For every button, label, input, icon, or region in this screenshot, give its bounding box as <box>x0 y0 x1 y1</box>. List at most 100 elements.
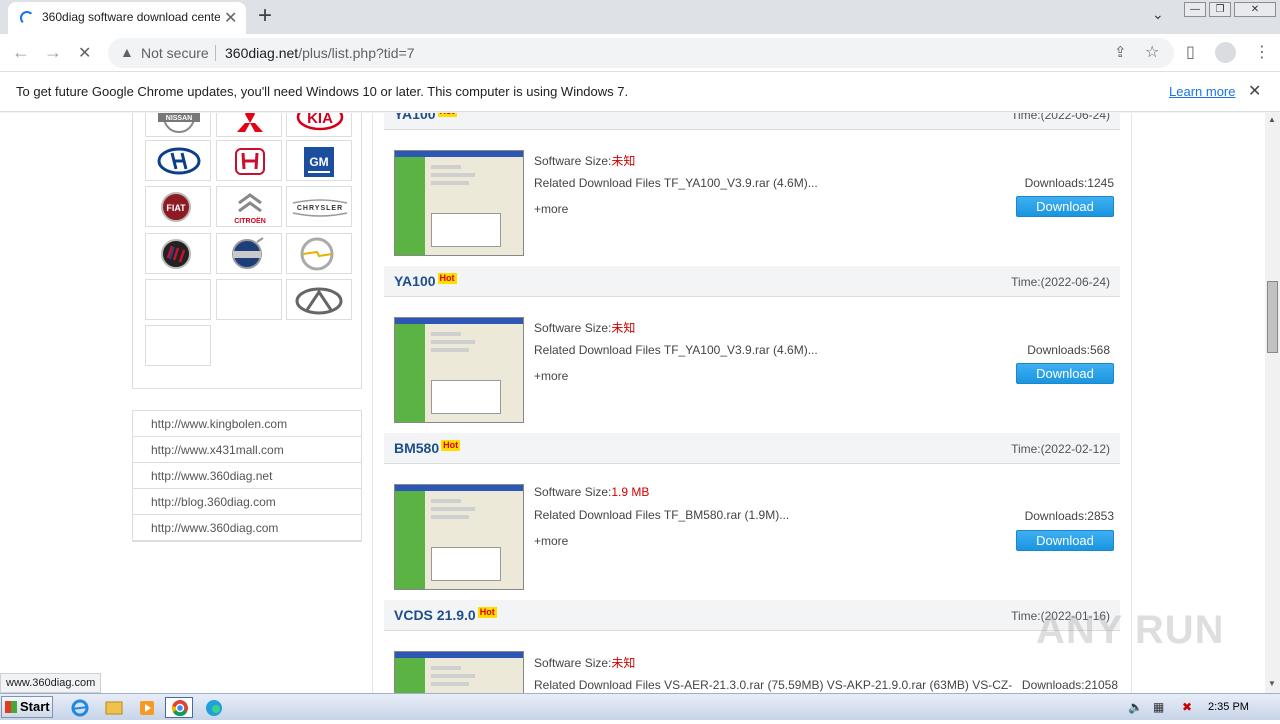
related-files: Related Download Files TF_YA100_V3.9.rar… <box>534 176 818 190</box>
software-item-header: VCDS 21.9.0 Hot Time:(2022-01-16) <box>384 600 1120 631</box>
taskbar-ie-icon[interactable] <box>66 697 94 718</box>
learn-more-link[interactable]: Learn more <box>1169 84 1235 99</box>
brand-buick[interactable] <box>145 233 211 274</box>
software-size-value: 1.9 MB <box>611 485 650 499</box>
more-link[interactable]: +more <box>534 369 568 383</box>
software-screenshot[interactable] <box>394 651 524 693</box>
taskbar-clock[interactable]: 2:35 PM <box>1208 701 1249 713</box>
related-files-value: TF_YA100_V3.9.rar (4.6M)... <box>663 343 818 357</box>
side-panel-icon[interactable]: ▯ <box>1186 42 1195 62</box>
update-infobar: To get future Google Chrome updates, you… <box>0 72 1280 112</box>
tray-volume-icon[interactable]: 🔈 <box>1128 700 1143 714</box>
related-files-value: TF_YA100_V3.9.rar (4.6M)... <box>663 176 818 190</box>
page-content: NISSAN KIA GM FIAT CITROËN CHRYSLER http… <box>0 113 1265 693</box>
download-count: Downloads:21058 <box>1021 678 1118 692</box>
browser-tab[interactable]: 360diag software download center-/ ✕ <box>8 2 246 34</box>
infiniti-logo-icon <box>295 287 343 315</box>
related-files: Related Download Files TF_BM580.rar (1.9… <box>534 508 790 522</box>
software-size: Software Size:未知 <box>534 656 636 670</box>
friend-link[interactable]: http://blog.360diag.com <box>133 489 361 515</box>
taskbar-edge-icon[interactable] <box>200 697 228 718</box>
software-title[interactable]: YA100Hot <box>394 113 457 122</box>
software-title[interactable]: YA100Hot <box>394 273 457 289</box>
software-title[interactable]: VCDS 21.9.0 Hot <box>394 607 497 623</box>
hyundai-logo-icon <box>157 147 201 175</box>
scroll-down-icon[interactable]: ▼ <box>1268 679 1276 688</box>
honda-logo-icon <box>235 148 265 175</box>
download-button[interactable]: Download <box>1016 530 1114 551</box>
kia-logo-icon: KIA <box>296 113 344 131</box>
brand-opel[interactable] <box>286 233 352 274</box>
hot-badge: Hot <box>477 607 497 618</box>
more-link[interactable]: +more <box>534 534 568 548</box>
infobar-message: To get future Google Chrome updates, you… <box>16 84 629 99</box>
minimize-button[interactable]: — <box>1184 2 1206 17</box>
brand-empty-3[interactable] <box>145 325 211 366</box>
page-scrollbar[interactable]: ▲ ▼ <box>1265 113 1280 693</box>
volvo-logo-icon <box>232 237 264 269</box>
infobar-close-icon[interactable]: ✕ <box>1248 81 1261 101</box>
download-button[interactable]: Download <box>1016 363 1114 384</box>
related-files: Related Download Files VS-AER-21.3.0.rar… <box>534 678 1013 692</box>
brand-hyundai[interactable] <box>145 140 211 181</box>
loading-spinner-icon <box>20 11 34 25</box>
brand-nissan[interactable]: NISSAN <box>145 113 211 137</box>
software-screenshot[interactable] <box>394 150 524 256</box>
tray-network-icon[interactable]: ▦ <box>1153 700 1164 714</box>
download-button[interactable]: Download <box>1016 196 1114 217</box>
start-button[interactable]: Start <box>1 696 53 718</box>
software-item-header: YA100Hot Time:(2022-06-24) <box>384 266 1120 297</box>
brand-empty-2[interactable] <box>216 279 282 320</box>
warning-icon[interactable]: ▲ <box>120 44 134 60</box>
scrollbar-thumb[interactable] <box>1267 281 1278 353</box>
brand-infiniti[interactable] <box>286 279 352 320</box>
software-size-value: 未知 <box>611 321 636 335</box>
url-text[interactable]: 360diag.net/plus/list.php?tid=7 <box>225 45 415 61</box>
back-button[interactable]: ← <box>12 42 30 63</box>
software-size: Software Size:未知 <box>534 321 636 335</box>
brand-chrysler[interactable]: CHRYSLER <box>286 186 352 227</box>
software-size: Software Size:未知 <box>534 154 636 168</box>
tab-close-icon[interactable]: ✕ <box>224 8 237 28</box>
software-title[interactable]: BM580 Hot <box>394 440 461 456</box>
friend-link[interactable]: http://www.x431mall.com <box>133 437 361 463</box>
brand-fiat[interactable]: FIAT <box>145 186 211 227</box>
windows-logo-icon <box>5 701 17 713</box>
share-icon[interactable]: ⇪ <box>1114 43 1127 61</box>
software-screenshot[interactable] <box>394 484 524 590</box>
stop-reload-button[interactable]: ✕ <box>78 43 91 63</box>
brand-empty-1[interactable] <box>145 279 211 320</box>
restore-button[interactable]: ❐ <box>1209 2 1231 17</box>
not-secure-label[interactable]: Not secure <box>141 45 209 61</box>
brand-mitsubishi[interactable] <box>216 113 282 137</box>
nissan-logo-icon: NISSAN <box>158 113 200 133</box>
friend-link[interactable]: http://www.360diag.net <box>133 463 361 489</box>
friend-link[interactable]: http://www.360diag.com <box>133 515 361 541</box>
mitsubishi-logo-icon <box>237 113 263 132</box>
window-close-button[interactable]: ✕ <box>1234 2 1276 17</box>
new-tab-button[interactable]: + <box>258 2 272 30</box>
tray-security-icon[interactable]: ✖ <box>1182 700 1192 714</box>
brand-citroen[interactable]: CITROËN <box>216 186 282 227</box>
brand-gm[interactable]: GM <box>286 140 352 181</box>
citroen-logo-text: CITROËN <box>234 217 266 225</box>
chrysler-logo-icon: CHRYSLER <box>292 199 348 217</box>
bookmark-star-icon[interactable]: ☆ <box>1145 42 1159 62</box>
menu-kebab-icon[interactable]: ⋮ <box>1254 42 1270 62</box>
gm-logo-icon: GM <box>304 147 334 177</box>
brand-volvo[interactable] <box>216 233 282 274</box>
profile-avatar-icon[interactable] <box>1215 42 1236 63</box>
taskbar-chrome-icon[interactable] <box>165 697 193 718</box>
software-list: YA100Hot Time:(2022-06-24) Software Size… <box>372 113 1132 693</box>
friend-link[interactable]: http://www.kingbolen.com <box>133 411 361 437</box>
brand-honda[interactable] <box>216 140 282 181</box>
brand-kia[interactable]: KIA <box>286 113 352 137</box>
taskbar-media-icon[interactable] <box>133 697 161 718</box>
taskbar-explorer-icon[interactable] <box>100 697 128 718</box>
tab-search-icon[interactable]: ⌄ <box>1152 6 1164 23</box>
more-link[interactable]: +more <box>534 202 568 216</box>
address-bar[interactable]: ▲ Not secure 360diag.net/plus/list.php?t… <box>108 38 1174 68</box>
software-screenshot[interactable] <box>394 317 524 423</box>
forward-button[interactable]: → <box>44 42 62 63</box>
scroll-up-icon[interactable]: ▲ <box>1268 115 1276 124</box>
